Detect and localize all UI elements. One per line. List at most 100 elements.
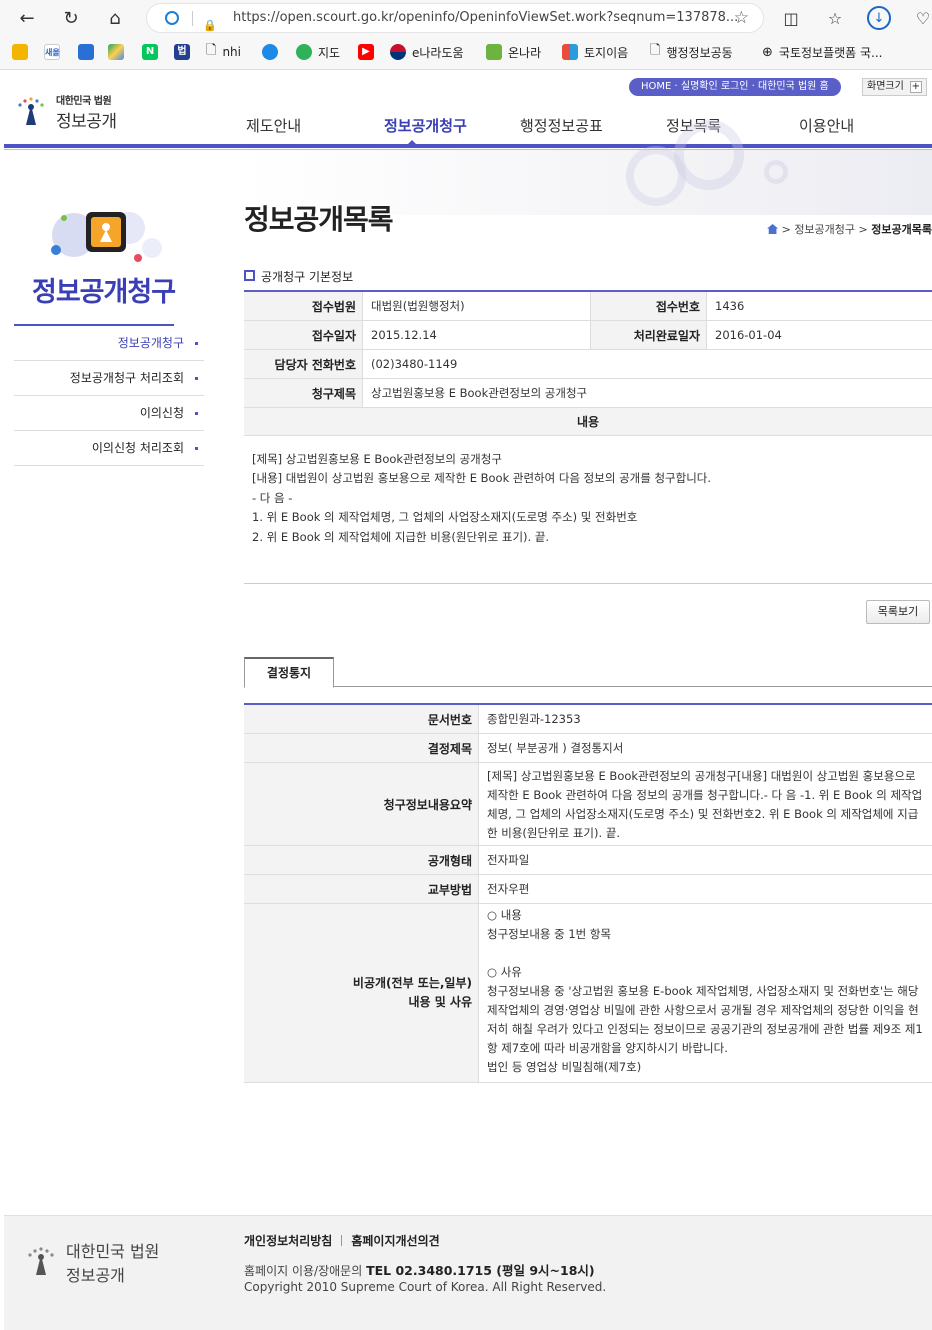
feedback-link[interactable]: 홈페이지개선의견 bbox=[351, 1234, 439, 1248]
bookmark-admin[interactable]: 🗋 행정정보공동 bbox=[650, 42, 733, 62]
address-separator bbox=[192, 11, 193, 26]
phone-label: 담당자 전화번호 bbox=[244, 350, 362, 378]
browser-toolbar: ← ↻ ⌂ 🔒 https://open.scourt.go.kr/openin… bbox=[0, 0, 932, 36]
reason-line: 법인 등 영업상 비밀침해(제7호) bbox=[487, 1060, 642, 1074]
bookmark-label: 지도 bbox=[318, 45, 341, 60]
reason-label: 비공개(전부 또는,일부) 내용 및 사유 bbox=[244, 904, 478, 1082]
decision-title-label: 결정제목 bbox=[244, 734, 478, 762]
bookmark-youtube[interactable]: ▶ bbox=[358, 42, 374, 62]
list-button[interactable]: 목록보기 bbox=[866, 600, 930, 624]
sidebar-item-request[interactable]: 정보공개청구 bbox=[14, 326, 204, 361]
content-line: - 다 음 - bbox=[252, 490, 293, 505]
bookmark-saeol[interactable]: 새올 bbox=[44, 42, 60, 62]
favorite-star-icon[interactable]: ☆ bbox=[734, 4, 749, 32]
breadcrumb-item[interactable]: 정보공개청구 bbox=[794, 223, 855, 236]
taeguk-icon bbox=[390, 44, 406, 60]
bookmark-map2[interactable]: 지도 bbox=[296, 42, 340, 62]
bookmark-law[interactable]: 법 bbox=[174, 42, 190, 62]
bookmark-enara[interactable]: e나라도움 bbox=[390, 42, 464, 62]
tel-number: TEL 02.3480.1715 (평일 9시~18시) bbox=[366, 1263, 595, 1278]
subject-value: 상고법원홍보용 E Book관련정보의 공개청구 bbox=[362, 379, 932, 407]
nav-item-guide[interactable]: 이용안내 bbox=[799, 115, 854, 136]
phone-value: (02)3480-1149 bbox=[362, 350, 932, 378]
decision-title-value: 정보( 부분공개 ) 결정통지서 bbox=[478, 734, 932, 762]
ie-mode-icon[interactable] bbox=[165, 11, 179, 25]
page-title: 정보공개목록 bbox=[244, 203, 394, 236]
bookmark-label: 토지이음 bbox=[584, 45, 629, 60]
request-info-table: 접수법원 대법원(법원행정처) 접수번호 1436 접수일자 2015.12.1… bbox=[244, 290, 932, 584]
main-nav: 제도안내 정보공개청구 행정정보공표 정보목록 이용안내 bbox=[4, 115, 932, 145]
sidebar-item-objection[interactable]: 이의신청 bbox=[14, 396, 204, 431]
naver-icon: N bbox=[142, 44, 158, 60]
saeol-icon: 새올 bbox=[44, 44, 60, 60]
method-value: 전자우편 bbox=[478, 875, 932, 903]
download-icon[interactable]: ↓ bbox=[867, 6, 891, 30]
drive-icon bbox=[108, 44, 124, 60]
content-line: [제목] 상고법원홍보용 E Book관련정보의 공개청구 bbox=[252, 452, 502, 466]
top-links[interactable]: HOME · 실명확인 로그인 · 대한민국 법원 홈 bbox=[629, 78, 841, 96]
bookmark-nhi[interactable]: 🗋 nhi bbox=[206, 42, 241, 62]
lock-icon[interactable]: 🔒 bbox=[203, 12, 217, 32]
nav-item-publication[interactable]: 행정정보공표 bbox=[520, 115, 603, 136]
reason-line: ○ 사유 bbox=[487, 965, 522, 979]
toji-icon bbox=[562, 44, 578, 60]
content-label: 내용 bbox=[244, 408, 932, 436]
bookmark-onnara[interactable]: 온나라 bbox=[486, 42, 541, 62]
home-icon[interactable]: ⌂ bbox=[102, 5, 128, 31]
breadcrumb: > 정보공개청구 > 정보공개목록 bbox=[767, 221, 932, 237]
receipt-date-label: 접수일자 bbox=[244, 321, 362, 349]
receipt-no-label: 접수번호 bbox=[590, 292, 706, 320]
address-bar[interactable]: 🔒 https://open.scourt.go.kr/openinfo/Ope… bbox=[146, 3, 764, 33]
nav-item-system[interactable]: 제도안내 bbox=[246, 115, 301, 136]
bookmark-toji[interactable]: 토지이음 bbox=[562, 42, 628, 62]
favorites-icon[interactable]: ☆ bbox=[822, 5, 848, 31]
reason-line: 청구정보내용 중 1번 항목 bbox=[487, 927, 612, 941]
court-logo-icon bbox=[28, 1247, 54, 1275]
zoom-control: 화면크기 + bbox=[862, 78, 927, 96]
sidebar-item-request-status[interactable]: 정보공개청구 처리조회 bbox=[14, 361, 204, 396]
zoom-in-button[interactable]: + bbox=[909, 81, 922, 93]
split-screen-icon[interactable]: ◫ bbox=[778, 5, 804, 31]
back-icon[interactable]: ← bbox=[14, 5, 40, 31]
privacy-policy-link[interactable]: 개인정보처리방침 bbox=[244, 1234, 332, 1248]
logo-small-text: 대한민국 법원 bbox=[56, 96, 112, 107]
site: 대한민국 법원 정보공개 HOME · 실명확인 로그인 · 대한민국 법원 홈… bbox=[4, 70, 932, 1330]
youtube-icon: ▶ bbox=[358, 44, 374, 60]
form-value: 전자파일 bbox=[478, 846, 932, 874]
page-icon: 🗋 bbox=[206, 43, 217, 58]
section-title: 공개청구 기본정보 bbox=[244, 268, 353, 285]
bookmark-map[interactable] bbox=[12, 42, 28, 62]
subject-label: 청구제목 bbox=[244, 379, 362, 407]
nav-item-request[interactable]: 정보공개청구 bbox=[384, 115, 467, 136]
reason-label-line: 내용 및 사유 bbox=[408, 995, 472, 1009]
page-icon: 🗋 bbox=[650, 43, 661, 58]
bookmark-drive[interactable] bbox=[108, 42, 124, 62]
refresh-icon[interactable]: ↻ bbox=[58, 5, 84, 31]
globe-icon: ⊕ bbox=[762, 44, 773, 60]
copyright: Copyright 2010 Supreme Court of Korea. A… bbox=[244, 1280, 607, 1294]
map-pin-icon bbox=[12, 44, 28, 60]
court-label: 접수법원 bbox=[244, 292, 362, 320]
bookmark-label: nhi bbox=[222, 45, 241, 59]
reason-line: 청구정보내용 중 '상고법원 홍보용 E-book 제작업체명, 사업장소재지 … bbox=[487, 984, 923, 1055]
tab-decision[interactable]: 결정통지 bbox=[244, 657, 334, 688]
court-value: 대법원(법원행정처) bbox=[362, 292, 590, 320]
bookmark-naver[interactable]: N bbox=[142, 42, 158, 62]
bookmark-label: 국토정보플랫폼 국... bbox=[778, 45, 883, 60]
bookmark-cloud[interactable] bbox=[262, 42, 278, 62]
done-date-value: 2016-01-04 bbox=[706, 321, 932, 349]
health-icon[interactable]: ♡ bbox=[910, 5, 932, 31]
reason-line: ○ 내용 bbox=[487, 908, 522, 922]
sidebar-item-objection-status[interactable]: 이의신청 처리조회 bbox=[14, 431, 204, 466]
url-text[interactable]: https://open.scourt.go.kr/openinfo/Openi… bbox=[233, 10, 738, 25]
cloud-icon bbox=[262, 44, 278, 60]
home-icon[interactable] bbox=[767, 224, 779, 234]
bookmark-gov[interactable] bbox=[78, 42, 94, 62]
content-line: [내용] 대법원이 상고법원 홍보용으로 제작한 E Book 관련하여 다음 … bbox=[252, 471, 712, 486]
decision-table: 문서번호 종합민원과-12353 결정제목 정보( 부분공개 ) 결정통지서 청… bbox=[244, 703, 932, 1083]
tel-prefix: 홈페이지 이용/장애문의 bbox=[244, 1264, 363, 1278]
onnara-icon bbox=[486, 44, 502, 60]
bookmark-land[interactable]: ⊕ 국토정보플랫폼 국... bbox=[762, 42, 883, 62]
footer: 대한민국 법원 정보공개 개인정보처리방침 홈페이지개선의견 홈페이지 이용/장애… bbox=[4, 1215, 932, 1330]
summary-value: [제목] 상고법원홍보용 E Book관련정보의 공개청구[내용] 대법원이 상… bbox=[478, 763, 932, 845]
